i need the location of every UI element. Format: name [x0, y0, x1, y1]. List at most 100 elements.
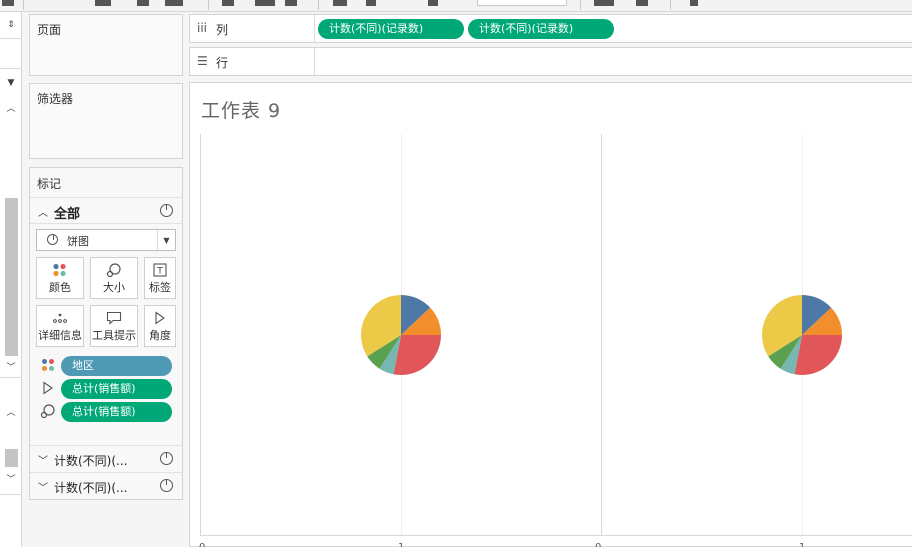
size-icon [91, 262, 137, 278]
rows-shelf[interactable]: ☰ 行 [189, 47, 912, 76]
marks-card: 标记 ︿ 全部 饼图 ▼ 颜色 大小 T 标签 详细信息 工具提示 角度 地区 … [29, 167, 183, 500]
axis-tick-label: 1 [799, 542, 805, 547]
marks-sub-card[interactable]: ﹀ 计数(不同)(... [30, 472, 182, 499]
toolbar-icon[interactable] [255, 0, 275, 6]
scrollbar-thumb[interactable] [5, 198, 18, 356]
pie-mark-icon [160, 479, 173, 492]
detail-button[interactable]: 详细信息 [36, 305, 84, 347]
dropdown-arrow-icon[interactable]: ▼ [157, 230, 175, 250]
svg-text:T: T [156, 267, 163, 277]
label-button-label: 标签 [149, 281, 171, 294]
tableau-window: ⇕ ▼ ︿ ﹀ ︿ ﹀ 页面 筛选器 标记 ︿ 全部 饼图 ▼ 颜色 大小 T … [0, 0, 912, 547]
chevron-down-icon[interactable]: ▼ [2, 74, 20, 92]
toolbar-separator [318, 0, 319, 10]
tooltip-button-label: 工具提示 [92, 329, 136, 342]
chevron-down-icon[interactable]: ﹀ [38, 452, 48, 467]
field-pill-sales-size[interactable]: 总计(销售额) [61, 402, 172, 422]
chevron-up-icon[interactable]: ︿ [38, 204, 48, 219]
pie-mark-icon [160, 204, 173, 217]
columns-label: 列 [216, 23, 229, 37]
pie-chart-2[interactable] [761, 294, 843, 376]
column-pill[interactable]: 计数(不同)(记录数) [468, 19, 614, 39]
label-button[interactable]: T 标签 [144, 257, 176, 299]
column-pill[interactable]: 计数(不同)(记录数) [318, 19, 464, 39]
scroll-up-icon[interactable]: ︿ [2, 98, 20, 116]
marks-all-label: 全部 [54, 207, 81, 222]
axis-tick-label: 0 [199, 542, 205, 547]
label-icon: T [145, 262, 175, 278]
scroll-down-icon[interactable]: ﹀ [2, 469, 20, 487]
pages-label: 页面 [37, 23, 62, 37]
size-icon [40, 403, 56, 419]
marks-label: 标记 [37, 177, 62, 191]
color-button[interactable]: 颜色 [36, 257, 84, 299]
fit-dropdown[interactable] [477, 0, 567, 6]
size-button-label: 大小 [103, 281, 125, 294]
filters-card[interactable]: 筛选器 [29, 83, 183, 159]
angle-button[interactable]: 角度 [144, 305, 176, 347]
toolbar-icon[interactable] [285, 0, 297, 6]
marks-sub-card[interactable]: ﹀ 计数(不同)(... [30, 445, 182, 472]
mark-type-dropdown[interactable]: 饼图 ▼ [36, 229, 176, 251]
toolbar-icon[interactable] [165, 0, 183, 6]
pane-border [200, 134, 201, 536]
color-button-label: 颜色 [49, 281, 71, 294]
column-pill-label: 计数(不同)(记录数) [479, 22, 574, 35]
field-pill-label: 总计(销售额) [72, 382, 136, 395]
detail-icon [37, 310, 83, 326]
divider [0, 38, 21, 39]
chevron-down-icon[interactable]: ﹀ [38, 479, 48, 494]
color-dots-icon [37, 262, 83, 278]
toolbar-icon[interactable] [428, 0, 438, 6]
field-pill-region[interactable]: 地区 [61, 356, 172, 376]
tooltip-icon [91, 310, 137, 326]
angle-icon [40, 380, 56, 396]
toolbar-icon[interactable] [333, 0, 347, 6]
field-pill-sales-angle[interactable]: 总计(销售额) [61, 379, 172, 399]
marks-all-row[interactable]: ︿ 全部 [30, 198, 182, 224]
columns-shelf[interactable]: iii 列 计数(不同)(记录数) 计数(不同)(记录数) [189, 14, 912, 43]
field-pill-label: 地区 [72, 359, 94, 372]
toolbar-icon[interactable] [222, 0, 234, 6]
toolbar-icon[interactable] [594, 0, 614, 6]
sub-card-label: 计数(不同)(... [54, 454, 128, 468]
pie-chart-1[interactable] [360, 294, 442, 376]
toolbar-icon[interactable] [137, 0, 149, 6]
toolbar [0, 0, 912, 12]
column-pill-label: 计数(不同)(记录数) [329, 22, 424, 35]
divider [0, 494, 21, 495]
detail-button-label: 详细信息 [38, 329, 82, 342]
size-button[interactable]: 大小 [90, 257, 138, 299]
angle-button-label: 角度 [149, 329, 171, 342]
scroll-down-icon[interactable]: ﹀ [2, 357, 20, 375]
tooltip-button[interactable]: 工具提示 [90, 305, 138, 347]
toolbar-icon[interactable] [366, 0, 376, 6]
pie-slice[interactable] [794, 335, 843, 375]
axis-tick-label: 0 [595, 542, 601, 547]
columns-icon: iii [197, 21, 208, 35]
toolbar-icon[interactable] [690, 0, 698, 6]
scroll-up-icon[interactable]: ︿ [2, 402, 20, 420]
toolbar-separator [208, 0, 209, 10]
divider [0, 68, 21, 69]
sub-card-label: 计数(不同)(... [54, 481, 128, 495]
toolbar-icon[interactable] [2, 0, 14, 6]
field-pill-label: 总计(销售额) [72, 405, 136, 418]
mark-type-value: 饼图 [67, 235, 89, 248]
toolbar-icon[interactable] [636, 0, 648, 6]
pie-slice[interactable] [393, 335, 442, 375]
axis-tick-label: 1 [398, 542, 404, 547]
rows-label: 行 [216, 56, 229, 70]
angle-icon [145, 310, 175, 326]
pane-border [601, 134, 602, 536]
scrollbar-thumb[interactable] [5, 449, 18, 467]
pie-mark-icon [160, 452, 173, 465]
sort-updown-icon[interactable]: ⇕ [2, 16, 20, 34]
toolbar-icon[interactable] [95, 0, 111, 6]
pie-mark-icon [47, 234, 58, 245]
toolbar-separator [580, 0, 581, 10]
rows-icon: ☰ [197, 54, 208, 68]
pages-card[interactable]: 页面 [29, 14, 183, 76]
data-pane-strip: ⇕ ▼ ︿ ﹀ ︿ ﹀ [0, 12, 22, 547]
worksheet-view[interactable]: 工作表 9 0 1 0 1 [189, 82, 912, 547]
